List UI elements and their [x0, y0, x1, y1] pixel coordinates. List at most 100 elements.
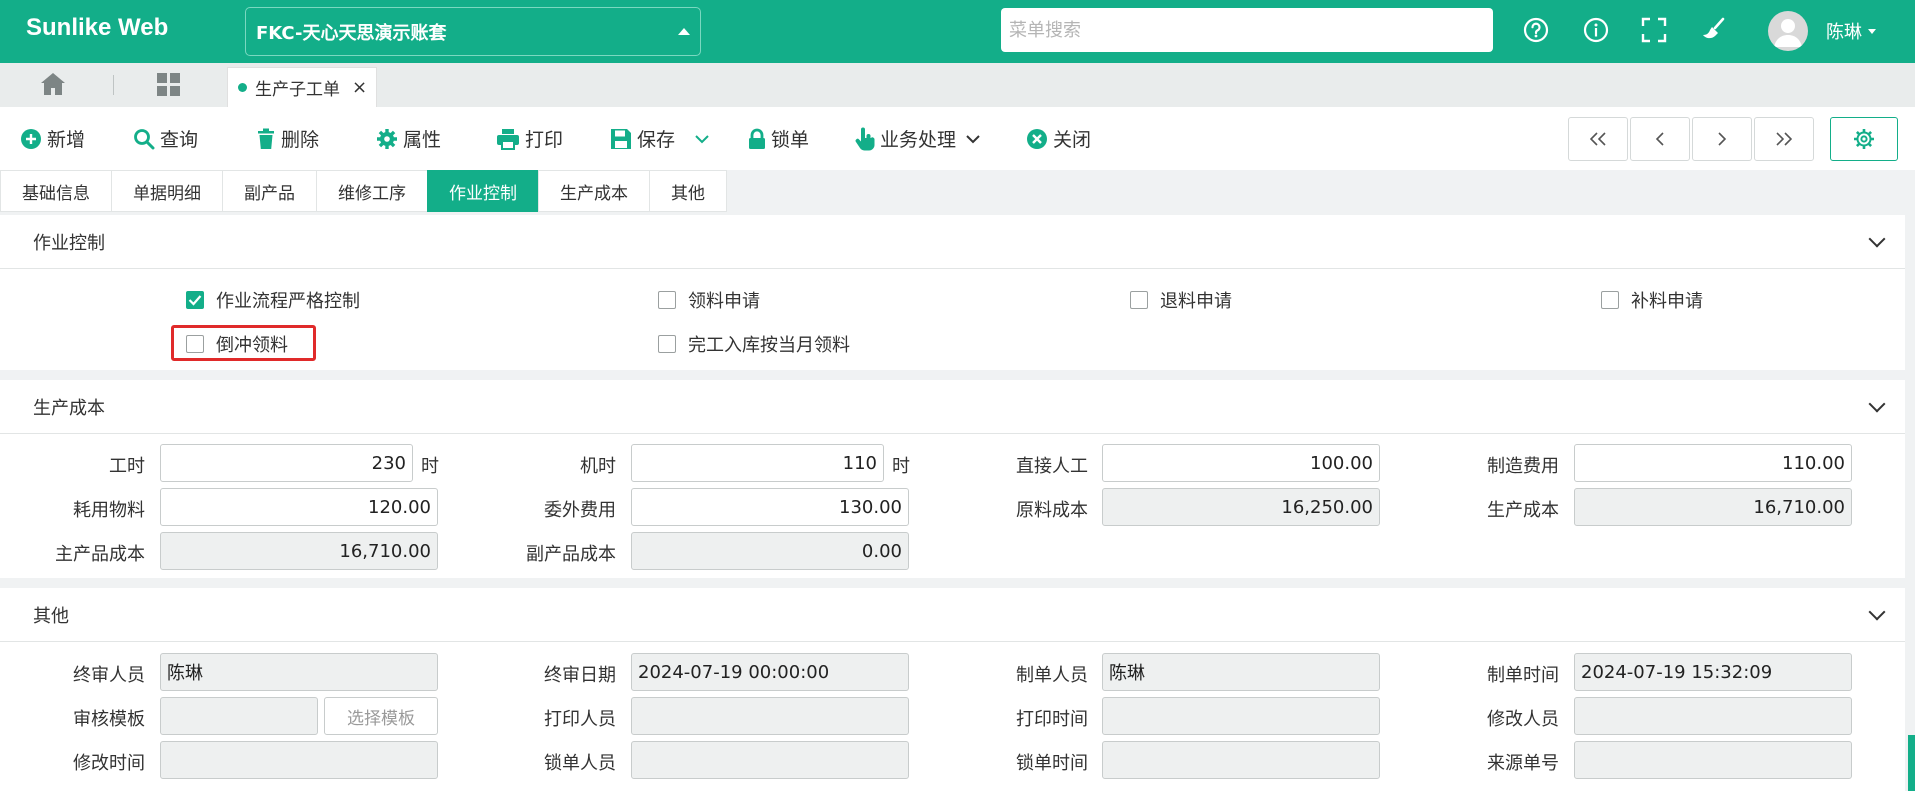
labor-hours-unit: 时 — [421, 456, 439, 477]
checkbox-icon — [658, 291, 676, 309]
info-icon[interactable] — [1580, 14, 1612, 46]
last-record-button[interactable] — [1754, 117, 1814, 161]
checkbox-icon — [1601, 291, 1619, 309]
properties-button[interactable]: 属性 — [376, 125, 441, 152]
pick-request-checkbox[interactable]: 领料申请 — [658, 287, 760, 313]
final-reviewer-field: 陈琳 — [160, 653, 438, 691]
page-tab-bar: 生产子工单 × — [0, 63, 1915, 107]
main-product-cost-field: 16,710.00 — [160, 532, 438, 570]
avatar[interactable] — [1768, 11, 1808, 51]
first-record-button[interactable] — [1568, 117, 1628, 161]
operation-control-header[interactable]: 作业控制 — [0, 215, 1905, 269]
delete-button[interactable]: 删除 — [256, 125, 319, 152]
query-button[interactable]: 查询 — [133, 125, 198, 152]
direct-labor-field[interactable]: 100.00 — [1102, 444, 1380, 482]
close-tab-icon[interactable]: × — [352, 77, 367, 98]
apps-grid-icon[interactable] — [156, 72, 184, 100]
production-cost-label: 生产成本 — [1487, 500, 1559, 521]
business-process-button[interactable]: 业务处理 — [855, 125, 981, 152]
brand-logo: Sunlike Web — [26, 14, 169, 41]
home-icon[interactable] — [40, 72, 72, 98]
tab-other[interactable]: 其他 — [649, 170, 727, 212]
settings-button[interactable] — [1830, 117, 1898, 161]
select-template-button[interactable]: 选择模板 — [324, 697, 438, 735]
toolbar: 新增 查询 删除 属性 打印 保存 锁单 业务处理 关闭 — [0, 107, 1915, 170]
chevron-left-icon — [1655, 132, 1664, 146]
tab-detail[interactable]: 单据明细 — [111, 170, 223, 212]
other-header[interactable]: 其他 — [0, 588, 1905, 642]
return-request-checkbox[interactable]: 退料申请 — [1130, 287, 1232, 313]
created-time-field: 2024-07-19 15:32:09 — [1574, 653, 1852, 691]
byproduct-cost-label: 副产品成本 — [526, 544, 616, 565]
settings-gear-icon — [1854, 129, 1874, 149]
tab-basic-info[interactable]: 基础信息 — [0, 170, 112, 212]
search-icon — [134, 128, 155, 149]
approval-template-field — [160, 697, 318, 735]
print-time-field — [1102, 697, 1380, 735]
month-pick-checkbox[interactable]: 完工入库按当月领料 — [658, 331, 850, 357]
form-tab-bar: 基础信息 单据明细 副产品 维修工序 作业控制 生产成本 其他 — [0, 170, 727, 212]
approval-template-label: 审核模板 — [73, 709, 145, 730]
account-selector[interactable]: FKC-天心天思演示账套 — [245, 7, 701, 56]
source-no-label: 来源单号 — [1487, 753, 1559, 774]
consumables-field[interactable]: 120.00 — [160, 488, 438, 526]
modify-time-label: 修改时间 — [73, 753, 145, 774]
hand-pointer-icon — [855, 127, 875, 150]
active-dot-icon — [238, 83, 247, 92]
help-icon[interactable] — [1520, 14, 1552, 46]
prev-record-button[interactable] — [1630, 117, 1690, 161]
page-tab-active[interactable]: 生产子工单 × — [227, 67, 377, 107]
creator-label: 制单人员 — [1016, 665, 1088, 686]
production-cost-header[interactable]: 生产成本 — [0, 380, 1905, 434]
user-menu[interactable]: 陈琳 — [1826, 18, 1876, 44]
supplement-request-checkbox[interactable]: 补料申请 — [1601, 287, 1703, 313]
add-button[interactable]: 新增 — [20, 125, 85, 152]
menu-search-input[interactable] — [1001, 8, 1493, 52]
tab-divider — [113, 75, 114, 95]
production-cost-field: 16,710.00 — [1574, 488, 1852, 526]
plus-circle-icon — [21, 128, 41, 149]
material-cost-label: 原料成本 — [1016, 500, 1088, 521]
chevron-down-icon — [1868, 230, 1886, 247]
checkbox-icon — [658, 335, 676, 353]
checkbox-icon — [1130, 291, 1148, 309]
locker-field — [631, 741, 909, 779]
gear-icon — [377, 128, 397, 149]
save-button[interactable]: 保存 — [610, 125, 710, 152]
lock-button[interactable]: 锁单 — [748, 125, 809, 152]
double-chevron-right-icon — [1776, 132, 1792, 146]
caret-up-icon — [678, 28, 690, 35]
tab-byproduct[interactable]: 副产品 — [222, 170, 317, 212]
locker-label: 锁单人员 — [544, 753, 616, 774]
labor-hours-field[interactable]: 230 — [160, 444, 413, 482]
tab-operation-control[interactable]: 作业控制 — [427, 170, 539, 212]
material-cost-field: 16,250.00 — [1102, 488, 1380, 526]
outsource-field[interactable]: 130.00 — [631, 488, 909, 526]
modifier-field — [1574, 697, 1852, 735]
machine-hours-unit: 时 — [892, 456, 910, 477]
scrollbar-thumb[interactable] — [1908, 735, 1915, 791]
tab-production-cost[interactable]: 生产成本 — [538, 170, 650, 212]
tab-repair-process[interactable]: 维修工序 — [316, 170, 428, 212]
print-button[interactable]: 打印 — [496, 125, 563, 152]
close-button[interactable]: 关闭 — [1026, 125, 1091, 152]
fullscreen-icon[interactable] — [1638, 14, 1670, 46]
next-record-button[interactable] — [1692, 117, 1752, 161]
mfg-expense-field[interactable]: 110.00 — [1574, 444, 1852, 482]
lock-icon — [749, 128, 765, 149]
print-time-label: 打印时间 — [1016, 709, 1088, 730]
chevron-down-icon — [1868, 603, 1886, 620]
modifier-label: 修改人员 — [1487, 709, 1559, 730]
chevron-down-icon — [695, 134, 709, 143]
strict-flow-checkbox[interactable]: 作业流程严格控制 — [186, 287, 360, 313]
source-no-field — [1574, 741, 1852, 779]
section-title: 其他 — [33, 605, 69, 627]
section-title: 生产成本 — [33, 397, 105, 419]
consumables-label: 耗用物料 — [73, 500, 145, 521]
direct-labor-label: 直接人工 — [1016, 456, 1088, 477]
broom-icon[interactable] — [1698, 14, 1730, 46]
top-bar: Sunlike Web FKC-天心天思演示账套 陈琳 — [0, 0, 1915, 63]
machine-hours-field[interactable]: 110 — [631, 444, 884, 482]
printer-field — [631, 697, 909, 735]
machine-hours-label: 机时 — [580, 456, 616, 477]
